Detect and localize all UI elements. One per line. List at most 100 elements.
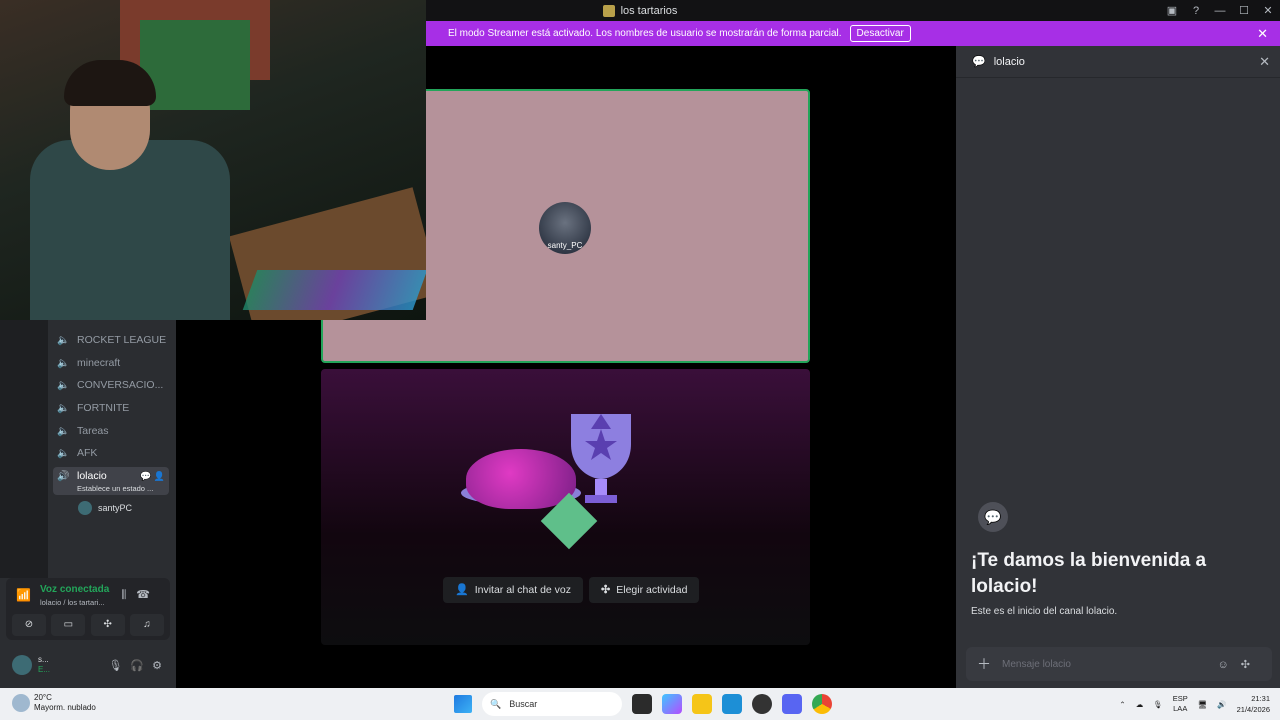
choose-activity-button[interactable]: ✣ Elegir actividad xyxy=(589,577,700,603)
invite-voice-label: Invitar al chat de voz xyxy=(474,584,572,596)
voice-user-entry[interactable]: santyPC xyxy=(78,501,132,515)
chevron-up-icon[interactable]: ⌃ xyxy=(1119,700,1125,709)
lang-1: ESP xyxy=(1172,694,1188,703)
discord-icon[interactable] xyxy=(782,694,802,714)
voice-connection-panel: 📶 Voz conectada lolacio / los tartari...… xyxy=(6,578,170,640)
chrome-icon[interactable] xyxy=(812,694,832,714)
chat-welcome-heading: ¡Te damos la bienvenida a lolacio! xyxy=(971,550,1207,597)
chat-bubble-icon: 💬 xyxy=(978,502,1008,532)
user-tile-name: santy_PC xyxy=(547,241,583,250)
activities-button[interactable]: ✣ xyxy=(90,614,125,636)
chat-and-invite-icon[interactable]: 💬 👤 xyxy=(140,471,165,482)
activity-buttons: 👤 Invitar al chat de voz ✣ Elegir activi… xyxy=(443,577,700,603)
voice-connected-subtitle[interactable]: lolacio / los tartari... xyxy=(40,598,105,607)
soundboard-button[interactable]: ♫ xyxy=(129,614,164,636)
close-banner-icon[interactable]: ✕ xyxy=(1257,26,1268,42)
file-explorer-icon[interactable] xyxy=(692,694,712,714)
store-icon[interactable] xyxy=(722,694,742,714)
app-icon[interactable] xyxy=(752,694,772,714)
channel-label: AFK xyxy=(77,447,98,459)
system-tray: ⌃ ☁ 🎙 ESP LAA 🖥 🔊 21:31 21/4/2026 xyxy=(1119,693,1270,715)
active-channel-row: 🔊 lolacio 💬 👤 xyxy=(57,470,169,482)
task-view-icon[interactable] xyxy=(632,694,652,714)
add-user-icon: 👤 xyxy=(455,584,469,596)
chat-welcome-subtitle: Este es el inicio del canal lolacio. xyxy=(971,606,1118,617)
voice-channel-lolacio[interactable]: 🔊 lolacio 💬 👤 Establece un estado ... xyxy=(53,467,169,495)
speaker-icon: 🔈 xyxy=(57,425,70,437)
weather-desc: Mayorm. nublado xyxy=(34,703,96,712)
noise-and-disconnect-icons[interactable]: ⫼☎ xyxy=(121,588,160,602)
weather-text: 20°C Mayorm. nublado xyxy=(34,693,96,713)
close-window-button[interactable]: ✕ xyxy=(1256,4,1280,17)
window-controls: ▣ ? — ☐ ✕ xyxy=(1160,0,1280,21)
inbox-icon[interactable]: ▣ xyxy=(1160,4,1184,17)
message-input[interactable]: ＋ Mensaje lolacio ☺✣ xyxy=(966,647,1272,681)
voice-channel-tareas[interactable]: 🔈 Tareas xyxy=(53,421,169,441)
webcam-keyboard xyxy=(242,270,426,310)
camera-off-button[interactable]: ⊘ xyxy=(12,614,46,636)
cloud-icon[interactable]: ☁ xyxy=(1136,700,1144,709)
voice-channel-rocket-league[interactable]: 🔈 ROCKET LEAGUE xyxy=(53,330,169,350)
lang-2: LAA xyxy=(1173,704,1188,713)
avatar xyxy=(78,501,92,515)
attach-plus-icon[interactable]: ＋ xyxy=(966,654,1002,674)
help-icon[interactable]: ? xyxy=(1184,5,1208,17)
speaker-icon: 🔈 xyxy=(57,357,70,369)
webcam-overlay xyxy=(0,0,426,320)
minimize-button[interactable]: — xyxy=(1208,5,1232,17)
voice-channel-minecraft[interactable]: 🔈 minecraft xyxy=(53,353,169,373)
user-info[interactable]: s... E... xyxy=(38,655,50,675)
voice-action-buttons: ⊘ ▭ ✣ ♫ xyxy=(12,614,164,636)
clock[interactable]: 21:31 21/4/2026 xyxy=(1237,693,1270,715)
user-panel: s... E... 🎙🎧⚙ xyxy=(6,648,170,682)
user-avatar: santy_PC xyxy=(539,202,591,254)
language-indicator[interactable]: ESP LAA xyxy=(1173,694,1188,714)
window-title: los tartarios xyxy=(620,4,678,17)
channel-label: FORTNITE xyxy=(77,402,130,414)
channel-label: Tareas xyxy=(77,425,109,437)
active-channel-label: lolacio xyxy=(77,470,107,482)
chat-channel-name: lolacio xyxy=(993,55,1025,68)
copilot-icon[interactable] xyxy=(662,694,682,714)
choose-activity-label: Elegir actividad xyxy=(616,584,688,596)
activity-icon: ✣ xyxy=(601,584,611,596)
windows-start-icon[interactable] xyxy=(454,695,472,713)
clock-date: 21/4/2026 xyxy=(1236,705,1270,714)
clock-time: 21:31 xyxy=(1251,694,1270,703)
cloud-icon xyxy=(12,694,30,712)
disable-streamer-button[interactable]: Desactivar xyxy=(849,25,911,42)
voice-channel-conversacion[interactable]: 🔈 CONVERSACIO... xyxy=(53,375,169,395)
maximize-button[interactable]: ☐ xyxy=(1232,4,1256,17)
speaker-icon: 🔈 xyxy=(57,447,70,459)
avatar[interactable] xyxy=(12,655,32,675)
shell-illustration xyxy=(466,449,576,509)
signal-icon[interactable]: 📶 xyxy=(16,588,31,602)
voice-channel-afk[interactable]: 🔈 AFK xyxy=(53,443,169,463)
emoji-and-apps-icons[interactable]: ☺✣ xyxy=(1218,658,1262,671)
weather-widget[interactable]: 20°C Mayorm. nublado xyxy=(12,693,96,713)
search-placeholder: Buscar xyxy=(509,699,538,709)
server-icon xyxy=(602,4,615,17)
chat-header: 💬 lolacio ✕ xyxy=(956,46,1280,78)
volume-icon[interactable]: 🔊 xyxy=(1217,700,1226,709)
streamer-banner-text: El modo Streamer está activado. Los nomb… xyxy=(448,28,842,39)
voice-user-name: santyPC xyxy=(98,503,133,513)
search-icon: 🔍 xyxy=(490,698,502,709)
speaker-icon: 🔈 xyxy=(57,334,70,346)
voice-connected-title: Voz conectada xyxy=(40,584,110,595)
chat-bubble-icon: 💬 xyxy=(972,56,986,68)
mic-headset-settings-icons[interactable]: 🎙🎧⚙ xyxy=(108,659,170,672)
taskbar-search[interactable]: 🔍 Buscar xyxy=(482,692,622,716)
screen-share-button[interactable]: ▭ xyxy=(51,614,86,636)
speaker-icon: 🔊 xyxy=(57,470,70,482)
channel-status[interactable]: Establece un estado ... xyxy=(57,484,153,493)
server-rail xyxy=(0,320,48,578)
mic-icon[interactable]: 🎙 xyxy=(1153,700,1163,709)
text-chat-panel: 💬 lolacio ✕ 💬 ¡Te damos la bienvenida a … xyxy=(956,46,1280,688)
network-icon[interactable]: 🖥 xyxy=(1198,700,1208,709)
message-input-placeholder: Mensaje lolacio xyxy=(1002,658,1071,670)
close-chat-icon[interactable]: ✕ xyxy=(1259,54,1270,70)
voice-channel-fortnite[interactable]: 🔈 FORTNITE xyxy=(53,398,169,418)
invite-voice-button[interactable]: 👤 Invitar al chat de voz xyxy=(443,577,584,603)
taskbar-apps: 🔍 Buscar xyxy=(454,692,832,716)
